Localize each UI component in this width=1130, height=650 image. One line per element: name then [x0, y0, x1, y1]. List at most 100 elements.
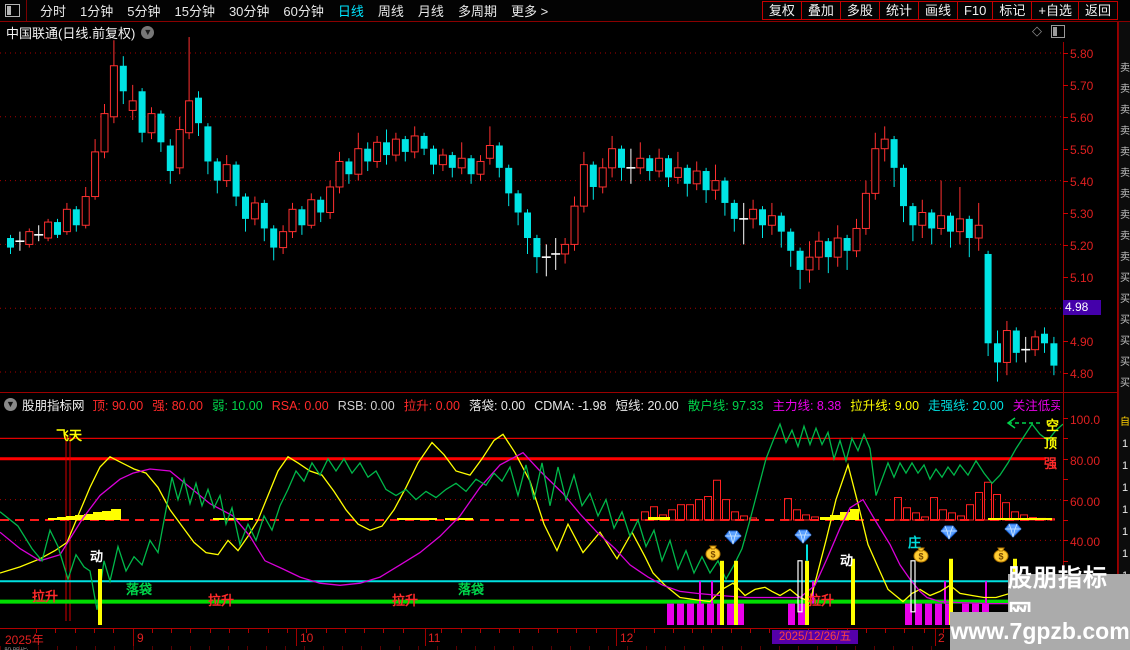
strip-char: 买 — [1120, 336, 1130, 347]
diamond-icon — [1004, 523, 1022, 538]
price-label-5.60: 5.60 — [1070, 111, 1094, 125]
watermark-name: 股朋指标网 — [1008, 565, 1130, 627]
strip-char: 卖 — [1120, 189, 1130, 200]
strip-char: 卖 — [1120, 63, 1130, 74]
strip-char: 卖 — [1120, 105, 1130, 116]
diamond-icon — [724, 530, 742, 545]
strip-tag: 自 — [1120, 417, 1130, 428]
period-tab-更多 >[interactable]: 更多 > — [511, 1, 548, 20]
strip-char: 卖 — [1120, 231, 1130, 242]
week-tick — [924, 629, 925, 633]
signal-label-强: 强 — [1044, 456, 1057, 471]
strip-char: 买 — [1120, 294, 1130, 305]
period-tab-日线[interactable]: 日线 — [338, 1, 364, 20]
signal-label-拉升: 拉升 — [208, 593, 234, 608]
toolbar-button-+自选[interactable]: +自选 — [1031, 1, 1079, 20]
candlestick-chart[interactable] — [0, 30, 1063, 393]
diamond-outline-icon[interactable]: ◇ — [1032, 23, 1042, 39]
period-tab-分时[interactable]: 分时 — [40, 1, 66, 20]
trading-app-window: 分时 1分钟 5分钟 15分钟 30分钟 60分钟 日线 周线 月线 多周期 更多 > 复权 叠加 多股… — [0, 0, 1130, 650]
param-RSB: RSB: 0.00 — [337, 398, 395, 413]
month-separator — [935, 629, 936, 646]
svg-text:$: $ — [710, 550, 715, 560]
param-顶: 顶: 90.00 — [92, 398, 144, 413]
chevron-down-icon[interactable]: ▼ — [141, 25, 155, 39]
title-corner-icons: ◇ — [1032, 23, 1065, 39]
toolbar-button-返回[interactable]: 返回 — [1077, 1, 1118, 20]
period-tab-1分钟[interactable]: 1分钟 — [80, 1, 113, 20]
week-tick — [499, 629, 500, 633]
price-label-5.20: 5.20 — [1070, 239, 1094, 253]
collapse-icon[interactable]: ▼ — [4, 397, 17, 411]
week-tick — [461, 629, 462, 633]
param-拉升: 拉升: 0.00 — [403, 398, 460, 413]
param-弱: 弱: 10.00 — [211, 398, 263, 413]
strip-num: 1 — [1121, 482, 1129, 494]
toolbar-button-多股[interactable]: 多股 — [839, 1, 880, 20]
stock-title-row: 中国联通(日线.前复权) ▼ — [6, 22, 155, 42]
param-走强线: 走强线: 20.00 — [928, 398, 1004, 413]
param-关注低买: 关注低买: 0.00 — [1012, 398, 1060, 413]
signal-label-落袋: 落袋 — [126, 582, 153, 597]
period-tab-15分钟[interactable]: 15分钟 — [174, 1, 214, 20]
week-tick — [943, 629, 944, 633]
toolbar-button-叠加[interactable]: 叠加 — [800, 1, 841, 20]
week-tick — [171, 629, 172, 633]
toolbar-buttons: 复权 叠加 多股 统计 画线 F10 标记 +自选 返回 — [761, 1, 1118, 20]
param-拉升线: 拉升线: 9.00 — [850, 398, 920, 413]
strip-char: 买 — [1120, 378, 1130, 389]
indicator-name: 股朋指标网 — [22, 398, 85, 413]
toolbar-button-标记[interactable]: 标记 — [992, 1, 1033, 20]
diamond-icon — [794, 529, 812, 544]
price-tick — [1063, 213, 1068, 214]
layout-icon[interactable] — [5, 4, 20, 17]
strip-char: 卖 — [1120, 84, 1130, 95]
price-tick — [1063, 373, 1068, 374]
param-强: 强: 80.00 — [152, 398, 203, 413]
week-tick — [519, 629, 520, 633]
week-tick — [904, 629, 905, 633]
panel-divider — [0, 392, 1117, 393]
indicator-chart[interactable]: 飞天动 动落袋 落袋拉升 拉升 拉升 拉升庄空顶强$ $ $ — [0, 414, 1063, 628]
strip-char: 卖 — [1120, 126, 1130, 137]
week-tick — [94, 629, 95, 633]
week-tick — [248, 629, 249, 633]
toolbar-button-统计[interactable]: 统计 — [878, 1, 919, 20]
signal-label-落袋: 落袋 — [458, 582, 485, 597]
strip-char: 卖 — [1120, 147, 1130, 158]
toolbar-button-F10[interactable]: F10 — [956, 1, 994, 20]
toolbar-button-复权[interactable]: 复权 — [761, 1, 802, 20]
period-tab-周线[interactable]: 周线 — [378, 1, 404, 20]
diamond-icon — [940, 525, 958, 540]
week-tick — [383, 629, 384, 633]
period-tab-多周期[interactable]: 多周期 — [458, 1, 497, 20]
signal-label-空: 空 — [1046, 418, 1059, 433]
cut-off-text: 股朋指 — [4, 646, 28, 650]
strip-num: 1 — [1121, 526, 1129, 538]
week-tick — [152, 629, 153, 633]
price-tick — [1063, 85, 1068, 86]
window-icon[interactable] — [1051, 25, 1065, 38]
week-tick — [55, 629, 56, 633]
week-tick — [557, 629, 558, 633]
indicator-tick — [1063, 540, 1068, 542]
week-tick — [885, 629, 886, 633]
toolbar-button-画线[interactable]: 画线 — [917, 1, 958, 20]
period-tab-5分钟[interactable]: 5分钟 — [127, 1, 160, 20]
price-tick — [1063, 245, 1068, 246]
indicator-tick — [1063, 520, 1068, 521]
quote-strip[interactable]: 卖卖卖卖卖卖卖卖卖卖买买买买买买自1111111 — [1118, 22, 1130, 650]
price-tick — [1063, 117, 1068, 118]
indicator-axis-label-80.00: 80.00 — [1070, 454, 1101, 468]
selected-date-tag: 2025/12/26/五 — [772, 630, 858, 644]
week-tick — [345, 629, 346, 633]
week-tick — [596, 629, 597, 633]
period-tab-30分钟[interactable]: 30分钟 — [229, 1, 269, 20]
month-label-9: 9 — [137, 631, 144, 645]
week-tick — [306, 629, 307, 633]
strip-char: 卖 — [1120, 210, 1130, 221]
moneybag-icon: $ — [705, 545, 721, 561]
period-tab-60分钟[interactable]: 60分钟 — [283, 1, 323, 20]
period-tab-月线[interactable]: 月线 — [418, 1, 444, 20]
week-tick — [480, 629, 481, 633]
